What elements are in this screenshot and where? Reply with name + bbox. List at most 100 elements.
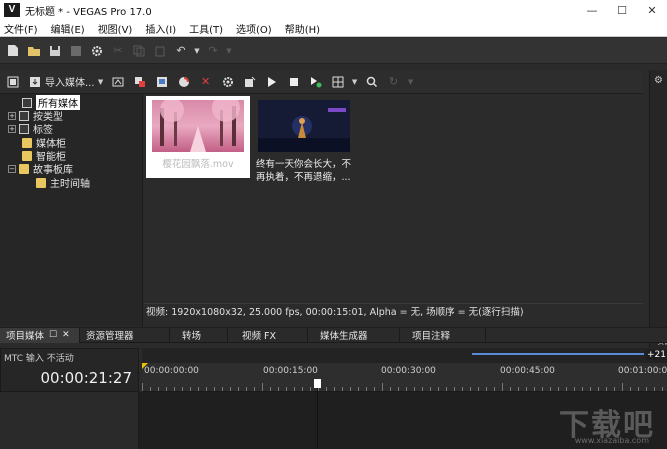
ruler-tick — [198, 387, 199, 391]
views-dropdown-icon[interactable]: ▼ — [351, 73, 359, 91]
menu-insert[interactable]: 插入(I) — [145, 21, 176, 36]
import-media-icon[interactable] — [26, 73, 44, 91]
close-button[interactable]: ✕ — [637, 4, 667, 17]
menu-options[interactable]: 选项(O) — [236, 21, 272, 36]
ruler-tick — [294, 387, 295, 391]
get-media-icon[interactable] — [131, 73, 149, 91]
ruler-tick — [446, 387, 447, 391]
ruler-tick — [502, 383, 503, 391]
views-icon[interactable] — [329, 73, 347, 91]
refresh-icon[interactable] — [175, 73, 193, 91]
collapse-icon[interactable]: − — [8, 164, 16, 173]
save-as-icon[interactable] — [67, 42, 85, 60]
search-icon[interactable] — [363, 73, 381, 91]
ruler-tick-label: 00:00:30:00 — [381, 366, 436, 376]
tree-item-storyboard-bins[interactable]: − 故事板库 — [8, 162, 73, 176]
properties-icon[interactable] — [88, 42, 106, 60]
ruler-tick — [422, 387, 423, 391]
import-media-button[interactable]: 导入媒体... — [45, 74, 95, 89]
tab-float-icon[interactable]: ☐ — [49, 330, 57, 340]
tree-item-main-timeline[interactable]: 主时间轴 — [36, 176, 90, 190]
ruler-tick — [590, 387, 591, 391]
copy-icon[interactable] — [130, 42, 148, 60]
media-fx-icon[interactable] — [241, 73, 259, 91]
capture-icon[interactable] — [109, 73, 127, 91]
ruler-tick — [470, 387, 471, 391]
menu-tools[interactable]: 工具(T) — [189, 21, 223, 36]
new-icon[interactable] — [4, 42, 22, 60]
gear-icon[interactable]: ⚙ — [650, 75, 667, 86]
tree-item-tags[interactable]: + 标签 — [8, 122, 53, 136]
folder-icon — [19, 163, 29, 174]
tab-explorer[interactable]: 资源管理器 — [80, 327, 170, 343]
maximize-button[interactable]: ☐ — [607, 4, 637, 17]
ruler-tick — [478, 387, 479, 391]
playhead-marker-icon[interactable] — [314, 379, 321, 388]
tab-project-notes[interactable]: 项目注释 — [400, 327, 486, 343]
menu-file[interactable]: 文件(F) — [4, 21, 38, 36]
ruler-tick — [286, 387, 287, 391]
ruler-tick — [174, 387, 175, 391]
tab-close-icon[interactable]: ✕ — [62, 330, 70, 340]
undo-dropdown-icon[interactable]: ▼ — [193, 42, 201, 60]
media-item-label-line2: 再执着，不再退缩，... — [256, 172, 351, 183]
ruler-tick — [526, 387, 527, 391]
tab-media-generators[interactable]: 媒体生成器 — [308, 327, 400, 343]
media-item-sakura[interactable]: 樱花园飘落.mov — [146, 96, 250, 178]
ruler-tick — [374, 387, 375, 391]
ruler-tick — [182, 387, 183, 391]
media-view-icon[interactable] — [4, 73, 22, 91]
tab-video-fx[interactable]: 视频 FX — [228, 327, 308, 343]
save-icon[interactable] — [46, 42, 64, 60]
undo-icon[interactable]: ↶ — [172, 42, 190, 60]
menu-view[interactable]: 视图(V) — [98, 21, 133, 36]
loop-dropdown-icon[interactable]: ▼ — [407, 73, 415, 91]
media-properties-icon[interactable] — [219, 73, 237, 91]
redo-dropdown-icon[interactable]: ▼ — [225, 42, 233, 60]
ruler-tick — [622, 383, 623, 391]
cut-icon[interactable]: ✂ — [109, 42, 127, 60]
ruler-tick — [246, 387, 247, 391]
tab-transitions[interactable]: 转场 — [170, 327, 228, 343]
redo-icon[interactable]: ↷ — [204, 42, 222, 60]
menu-edit[interactable]: 编辑(E) — [51, 21, 85, 36]
tree-item-label: 主时间轴 — [50, 179, 90, 190]
menu-help[interactable]: 帮助(H) — [285, 21, 320, 36]
ruler-tick — [334, 387, 335, 391]
title-bar: V 无标题 * - VEGAS Pro 17.0 — ☐ ✕ — [0, 0, 667, 20]
loop-icon[interactable]: ↻ — [385, 73, 403, 91]
auto-preview-icon[interactable] — [307, 73, 325, 91]
ruler-tick — [190, 387, 191, 391]
ruler-tick — [230, 387, 231, 391]
timeline-ruler[interactable]: 00:00:00:00 00:00:15:00 00:00:30:00 00:0… — [142, 363, 667, 392]
play-icon[interactable] — [263, 73, 281, 91]
stop-icon[interactable] — [285, 73, 303, 91]
tab-label: 视频 FX — [242, 331, 276, 342]
tab-project-media[interactable]: 项目媒体 ☐ ✕ — [0, 327, 80, 343]
ruler-tick — [518, 387, 519, 391]
web-media-icon[interactable] — [153, 73, 171, 91]
ruler-tick — [222, 387, 223, 391]
ruler-tick — [310, 387, 311, 391]
ruler-tick — [270, 387, 271, 391]
loop-region[interactable] — [472, 353, 644, 355]
ruler-tick — [646, 387, 647, 391]
ruler-tick-label: 00:00:15:00 — [263, 366, 318, 376]
ruler-tick — [662, 387, 663, 391]
tree-item-label: 故事板库 — [33, 165, 73, 176]
media-item-video-2[interactable]: 终有一天你会长大，不 再执着，不再退缩，... — [256, 96, 368, 188]
media-info-status: 视频: 1920x1080x32, 25.000 fps, 00:00:15:0… — [144, 303, 643, 325]
expand-icon[interactable]: + — [8, 111, 16, 120]
timeline-loop-bar[interactable]: +21 — [142, 348, 667, 363]
paste-icon[interactable] — [151, 42, 169, 60]
window-docking-tabs: 项目媒体 ☐ ✕ 资源管理器 转场 视频 FX 媒体生成器 项目注释 — [0, 327, 667, 343]
ruler-tick — [614, 387, 615, 391]
expand-icon[interactable]: + — [8, 124, 16, 133]
import-dropdown-icon[interactable]: ▼ — [97, 73, 105, 91]
minimize-button[interactable]: — — [577, 4, 607, 17]
timecode-display[interactable]: 00:00:21:27 — [40, 369, 132, 387]
remove-icon[interactable]: ✕ — [197, 73, 215, 91]
media-icon — [19, 110, 29, 121]
ruler-tick — [542, 387, 543, 391]
open-icon[interactable] — [25, 42, 43, 60]
